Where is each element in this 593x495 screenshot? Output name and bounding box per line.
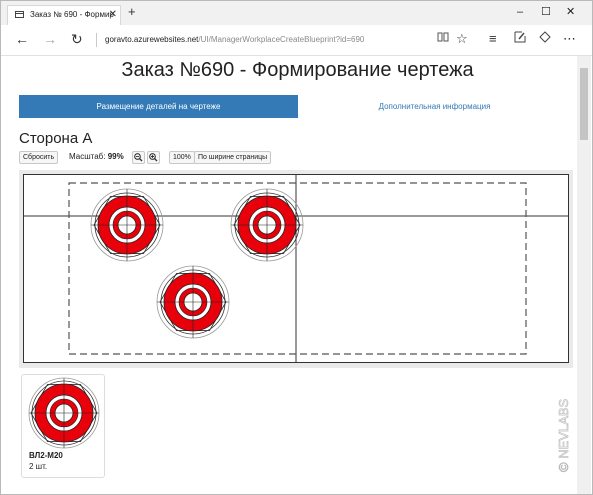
zoom-out-button[interactable] bbox=[132, 151, 145, 164]
part-placed-1[interactable] bbox=[90, 188, 164, 262]
part-quantity: 2 шт. bbox=[29, 462, 48, 471]
minimize-button[interactable]: – bbox=[517, 6, 523, 18]
close-window-button[interactable]: ✕ bbox=[566, 6, 575, 18]
part-placed-2[interactable] bbox=[230, 188, 304, 262]
watermark: © NEVLABS bbox=[556, 379, 572, 474]
watermark-text: © NEVLABS bbox=[557, 399, 571, 472]
blueprint-area bbox=[19, 170, 573, 368]
vertical-scrollbar[interactable] bbox=[577, 56, 591, 494]
url-path: /UI/ManagerWorkplaceCreateBlueprint?id=6… bbox=[198, 35, 365, 44]
page-title: Заказ №690 - Формирование чертежа bbox=[121, 59, 474, 81]
page-content: Заказ №690 - Формирование чертежа Размещ… bbox=[1, 56, 576, 494]
zoom-in-button[interactable] bbox=[147, 151, 160, 164]
new-tab-button[interactable]: + bbox=[128, 5, 136, 19]
url-field[interactable]: goravto.azurewebsites.net/UI/ManagerWork… bbox=[105, 35, 364, 44]
tab-bar: Заказ № 690 - Формир ✕ + – ☐ ✕ bbox=[1, 1, 592, 25]
tab-close-icon[interactable]: ✕ bbox=[109, 6, 117, 24]
zoom-100-button[interactable]: 100% bbox=[169, 151, 195, 164]
tab-title: Заказ № 690 - Формир bbox=[30, 10, 114, 19]
url-divider bbox=[96, 33, 97, 47]
fit-width-button[interactable]: По ширине страницы bbox=[194, 151, 272, 164]
blueprint-canvas[interactable] bbox=[23, 174, 569, 363]
maximize-button[interactable]: ☐ bbox=[541, 6, 551, 18]
forward-arrow-icon[interactable]: → bbox=[43, 31, 57, 47]
refresh-icon[interactable]: ↻ bbox=[71, 31, 83, 47]
browser-window: Заказ № 690 - Формир ✕ + – ☐ ✕ ← → ↻ gor… bbox=[0, 0, 593, 495]
reading-view-icon[interactable] bbox=[437, 31, 449, 47]
page-icon bbox=[15, 11, 24, 18]
part-name: ВЛ2-М20 bbox=[29, 451, 63, 460]
side-title: Сторона А bbox=[19, 130, 93, 147]
browser-tab[interactable]: Заказ № 690 - Формир ✕ bbox=[7, 5, 121, 25]
page-tabs: Размещение деталей на чертеже Дополнител… bbox=[19, 95, 571, 118]
address-bar: ← → ↻ goravto.azurewebsites.net/UI/Manag… bbox=[1, 25, 592, 56]
url-host: goravto.azurewebsites.net bbox=[105, 35, 199, 44]
scale-prefix: Масштаб: bbox=[69, 152, 106, 161]
scrollbar-thumb[interactable] bbox=[580, 68, 588, 140]
part-thumbnail bbox=[28, 377, 100, 449]
tab-additional-info[interactable]: Дополнительная информация bbox=[298, 95, 571, 118]
scale-label: Масштаб: 99% bbox=[69, 152, 124, 161]
favorite-star-icon[interactable]: ☆ bbox=[456, 31, 468, 47]
more-icon[interactable]: ⋯ bbox=[563, 31, 576, 47]
tab-placement[interactable]: Размещение деталей на чертеже bbox=[19, 95, 298, 118]
part-placed-3[interactable] bbox=[156, 265, 230, 339]
reset-button[interactable]: Сбросить bbox=[19, 151, 59, 164]
web-note-icon[interactable] bbox=[514, 31, 526, 47]
part-card[interactable]: ВЛ2-М20 2 шт. bbox=[21, 374, 105, 478]
back-arrow-icon[interactable]: ← bbox=[15, 31, 29, 47]
share-icon[interactable] bbox=[539, 31, 551, 47]
hub-icon[interactable]: ≡ bbox=[489, 31, 497, 47]
scale-value: 99% bbox=[107, 152, 124, 161]
